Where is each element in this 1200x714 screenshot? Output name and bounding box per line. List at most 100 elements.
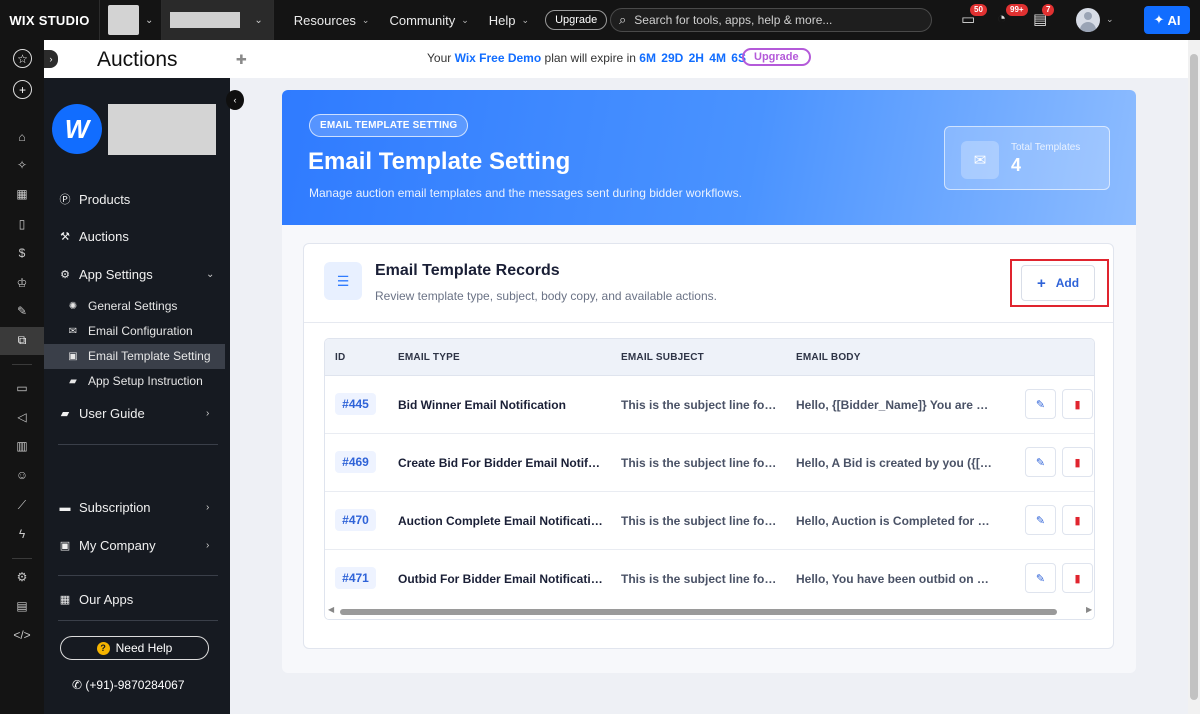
- page-vertical-scrollbar[interactable]: [1188, 40, 1200, 714]
- table-horizontal-scrollbar[interactable]: ◀ ▶: [325, 603, 1094, 619]
- sidebar-item-email-configuration[interactable]: ✉ Email Configuration: [66, 324, 193, 338]
- monitor-icon[interactable]: ▭: [0, 381, 44, 395]
- delete-button[interactable]: ▮: [1062, 389, 1093, 419]
- megaphone-icon[interactable]: ◁: [0, 410, 44, 424]
- pen-icon[interactable]: ✎: [0, 304, 44, 318]
- table-row: #471 Outbid For Bidder Email Notificatio…: [325, 550, 1094, 608]
- envelope-icon: ✉: [961, 141, 999, 179]
- scrollbar-thumb[interactable]: [1190, 54, 1198, 700]
- page-title: Auctions: [97, 48, 178, 71]
- add-template-button[interactable]: + Add: [1021, 265, 1095, 301]
- notifications-badge: 99+: [1006, 4, 1028, 16]
- sidebar-divider: [58, 444, 218, 445]
- site-selector[interactable]: ⌄: [100, 0, 163, 40]
- messages-badge: 50: [970, 4, 987, 16]
- id-card-icon: ▣: [59, 540, 71, 552]
- cms-icon[interactable]: ▤: [0, 599, 44, 613]
- sidebar-item-my-company[interactable]: ▣ My Company ›: [58, 538, 218, 553]
- nav-help[interactable]: Help ⌄: [479, 13, 539, 28]
- sidebar-item-user-guide[interactable]: ▰ User Guide ›: [58, 406, 218, 421]
- expand-panel-button[interactable]: ›: [44, 50, 58, 68]
- star-icon[interactable]: ☆: [13, 49, 32, 68]
- automation-icon[interactable]: ϟ: [0, 527, 44, 541]
- trash-icon: ▮: [1074, 456, 1081, 469]
- delete-button[interactable]: ▮: [1062, 505, 1093, 535]
- delete-button[interactable]: ▮: [1062, 563, 1093, 593]
- plus-icon[interactable]: +: [13, 80, 32, 99]
- brand-logo: W: [52, 104, 102, 154]
- scrollbar-thumb[interactable]: [340, 609, 1057, 615]
- edit-button[interactable]: ✎: [1025, 447, 1056, 477]
- nav-community[interactable]: Community ⌄: [379, 13, 478, 28]
- brand-name-placeholder: [108, 104, 216, 155]
- upgrade-button[interactable]: Upgrade: [545, 10, 608, 30]
- row-email-type: Outbid For Bidder Email Notification: [398, 572, 603, 586]
- messages-button[interactable]: ▭ 50: [961, 4, 987, 28]
- notifications-button[interactable]: ◔ 99+: [997, 4, 1028, 27]
- sparkle-icon[interactable]: ✧: [0, 158, 44, 172]
- sidebar-item-app-settings[interactable]: ⚙ App Settings ⌄: [58, 267, 218, 282]
- settings-icon: ⚙: [60, 269, 70, 281]
- sidebar-item-our-apps[interactable]: ▦ Our Apps: [58, 592, 133, 607]
- plus-icon: +: [1036, 274, 1046, 292]
- updates-button[interactable]: ▤ 7: [1033, 4, 1055, 28]
- sidebar-item-app-setup-instruction[interactable]: ▰ App Setup Instruction: [66, 374, 203, 388]
- sparkle-icon: ✦: [1153, 12, 1165, 27]
- edit-button[interactable]: ✎: [1025, 505, 1056, 535]
- sidebar-item-email-template-setting[interactable]: ▣ Email Template Setting: [66, 349, 210, 363]
- home-icon[interactable]: ⌂: [0, 130, 44, 144]
- nav-resources[interactable]: Resources ⌄: [284, 13, 380, 28]
- contacts-icon[interactable]: ☺: [0, 468, 44, 482]
- row-email-type: Auction Complete Email Notification: [398, 514, 603, 528]
- products-icon: Ⓟ: [59, 194, 71, 206]
- search-icon: ⌕: [619, 12, 627, 27]
- edit-button[interactable]: ✎: [1025, 389, 1056, 419]
- sidebar-item-subscription[interactable]: ▬ Subscription ›: [58, 500, 218, 515]
- scroll-left-icon[interactable]: ◀: [328, 605, 334, 614]
- row-email-subject: This is the subject line for ...: [621, 456, 779, 470]
- row-email-body: Hello, A Bid is created by you ({[B...: [796, 456, 992, 470]
- collapse-sidebar-button[interactable]: ‹: [226, 90, 244, 110]
- dollar-icon[interactable]: $: [0, 246, 44, 260]
- sidebar-item-general-settings[interactable]: ✺ General Settings: [66, 299, 178, 313]
- chevron-down-icon: ⌄: [521, 14, 530, 25]
- records-divider: [304, 322, 1113, 323]
- grid-icon: ▦: [59, 594, 71, 606]
- hero-subtitle: Manage auction email templates and the m…: [309, 186, 742, 200]
- ai-button[interactable]: ✦ AI: [1144, 6, 1190, 34]
- document-icon[interactable]: ▯: [0, 217, 44, 231]
- support-phone[interactable]: ✆ (+91)-9870284067: [72, 678, 185, 692]
- crown-icon[interactable]: ♔: [0, 276, 44, 290]
- hero-banner: EMAIL TEMPLATE SETTING Email Template Se…: [282, 90, 1136, 225]
- chevron-right-icon: ›: [206, 540, 210, 551]
- wix-studio-logo[interactable]: WIX STUDIO: [0, 0, 100, 40]
- trash-icon: ▮: [1074, 398, 1081, 411]
- sidebar-item-auctions[interactable]: ⚒ Auctions: [58, 229, 129, 244]
- plan-upgrade-button[interactable]: Upgrade: [742, 48, 811, 66]
- code-icon[interactable]: </>: [0, 628, 44, 642]
- book-icon: ▰: [69, 375, 77, 387]
- calendar-icon[interactable]: ▦: [0, 187, 44, 201]
- settings-icon[interactable]: ⚙: [0, 570, 44, 584]
- apps-icon[interactable]: ⧉: [0, 333, 44, 348]
- scroll-right-icon[interactable]: ▶: [1086, 605, 1092, 614]
- search-input[interactable]: ⌕ Search for tools, apps, help & more...: [610, 8, 932, 32]
- delete-button[interactable]: ▮: [1062, 447, 1093, 477]
- edit-button[interactable]: ✎: [1025, 563, 1056, 593]
- need-help-button[interactable]: ? Need Help: [60, 636, 209, 660]
- table-row: #445 Bid Winner Email Notification This …: [325, 376, 1094, 434]
- inbox-icon[interactable]: ▥: [0, 439, 44, 453]
- row-email-body: Hello, Auction is Completed for P...: [796, 514, 992, 528]
- countdown: 6M 29D 2H 4M 6S: [639, 51, 746, 65]
- page-selector[interactable]: ⌄: [162, 0, 274, 40]
- puzzle-icon[interactable]: ✚: [236, 52, 247, 68]
- chevron-down-icon: ⌄: [361, 14, 370, 25]
- site-thumbnail: [108, 5, 139, 35]
- avatar[interactable]: [1076, 8, 1100, 32]
- chevron-down-icon[interactable]: ⌄: [1106, 14, 1114, 25]
- page-name-placeholder: [170, 12, 241, 28]
- sidebar-item-products[interactable]: Ⓟ Products: [58, 191, 131, 207]
- analytics-icon[interactable]: ⟋: [0, 498, 44, 513]
- row-email-type: Create Bid For Bidder Email Notific...: [398, 456, 603, 470]
- avatar-head: [1084, 12, 1092, 20]
